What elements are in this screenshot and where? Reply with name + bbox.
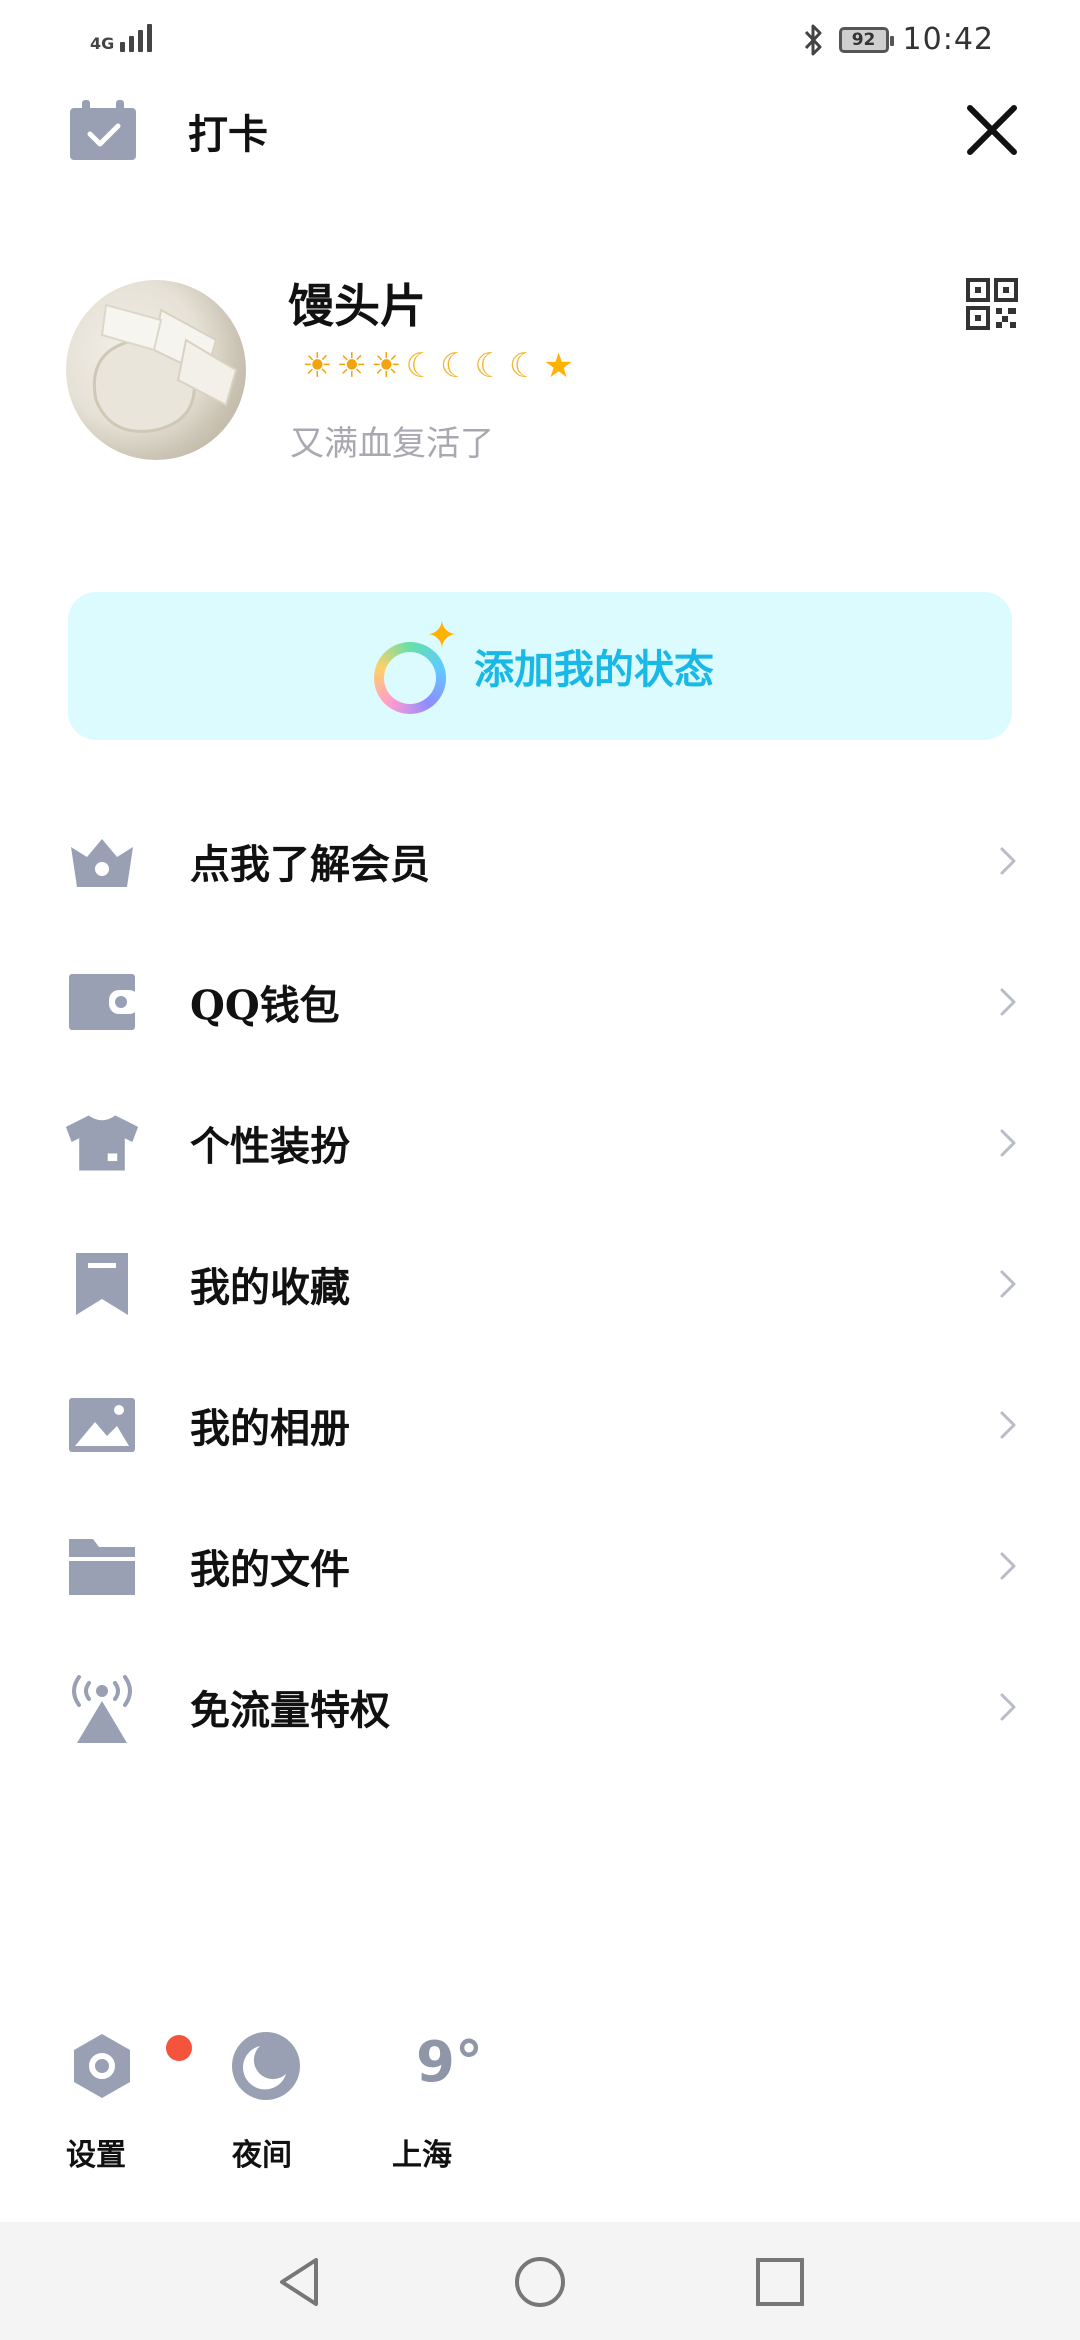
close-button[interactable] <box>962 100 1022 160</box>
battery-indicator: 92 <box>838 26 894 53</box>
network-indicator: 4G <box>90 22 153 53</box>
signal-icon <box>120 22 153 52</box>
chevron-right-icon <box>1000 1270 1016 1297</box>
status-ring-icon: ✦ <box>366 616 458 714</box>
level-moon-icon: ☾ <box>405 346 436 386</box>
menu-label: 免流量特权 <box>190 1686 390 1734</box>
chevron-right-icon <box>1000 1129 1016 1156</box>
bluetooth-icon <box>804 24 822 55</box>
antenna-icon <box>64 1672 140 1743</box>
settings-label: 设置 <box>66 2138 126 2173</box>
night-mode-label: 夜间 <box>232 2138 292 2173</box>
recents-square-icon[interactable] <box>752 2254 808 2310</box>
level-moon-icon: ☾ <box>508 346 540 386</box>
night-mode-button[interactable]: 夜间 <box>230 2030 350 2180</box>
avatar[interactable] <box>66 280 246 460</box>
weather-temperature: 9° <box>416 2030 483 2095</box>
folder-icon <box>64 1531 140 1601</box>
drawer-menu: 点我了解会员 QQ钱包 个性装扮 我的收藏 我的相册 我的文件 免流量特权 <box>0 790 1080 1777</box>
chevron-right-icon <box>1000 847 1016 874</box>
battery-level: 92 <box>851 29 876 50</box>
qq-drawer-screen: 4G 92 10:42 打卡 馒头片 ☀ ☀ ☀ ☾ ☾ ☾ ☾ ★ 又满血复活… <box>0 0 1080 2340</box>
qr-code-button[interactable] <box>966 278 1018 330</box>
clock: 10:42 <box>902 22 994 57</box>
menu-item-vip[interactable]: 点我了解会员 <box>0 790 1080 931</box>
weather-button[interactable]: 9° 上海 <box>392 2030 512 2180</box>
menu-label: 点我了解会员 <box>190 840 430 888</box>
home-circle-icon[interactable] <box>512 2254 568 2310</box>
checkin-label: 打卡 <box>188 111 268 158</box>
sparkle-icon: ✦ <box>426 613 458 657</box>
menu-item-album[interactable]: 我的相册 <box>0 1354 1080 1495</box>
level-sun-icon: ☀ <box>302 346 333 386</box>
level-star-icon: ★ <box>543 346 574 386</box>
crown-icon <box>64 826 140 896</box>
menu-item-files[interactable]: 我的文件 <box>0 1495 1080 1636</box>
wallet-icon <box>64 967 140 1037</box>
settings-button[interactable]: 设置 <box>66 2030 192 2180</box>
status-right: 92 10:42 <box>801 22 994 57</box>
level-moon-icon: ☾ <box>439 346 471 386</box>
add-status-button[interactable]: ✦ 添加我的状态 <box>68 592 1012 740</box>
menu-item-free-data[interactable]: 免流量特权 <box>0 1636 1080 1777</box>
back-triangle-icon[interactable] <box>272 2254 328 2310</box>
qr-code-icon <box>966 278 1018 330</box>
menu-item-favorites[interactable]: 我的收藏 <box>0 1213 1080 1354</box>
chevron-right-icon <box>1000 1411 1016 1438</box>
notification-dot <box>166 2035 192 2061</box>
menu-item-wallet[interactable]: QQ钱包 <box>0 931 1080 1072</box>
menu-label: 我的文件 <box>190 1545 350 1593</box>
chevron-right-icon <box>1000 988 1016 1015</box>
add-status-label: 添加我的状态 <box>474 646 714 693</box>
status-bar: 4G 92 10:42 <box>0 0 1080 84</box>
settings-icon <box>74 2034 130 2098</box>
chevron-right-icon <box>1000 1552 1016 1579</box>
network-type: 4G <box>90 34 115 53</box>
checkin-button[interactable]: 打卡 <box>68 100 268 162</box>
menu-label: 我的收藏 <box>190 1263 350 1311</box>
level-badges[interactable]: ☀ ☀ ☀ ☾ ☾ ☾ ☾ ★ <box>302 346 574 386</box>
bookmark-icon <box>64 1249 140 1319</box>
nickname[interactable]: 馒头片 <box>288 270 426 336</box>
menu-label: 我的相册 <box>190 1404 350 1452</box>
chevron-right-icon <box>1000 1693 1016 1720</box>
level-sun-icon: ☀ <box>336 346 367 386</box>
level-sun-icon: ☀ <box>370 346 402 386</box>
image-icon <box>64 1390 140 1460</box>
bottom-tools: 设置 夜间 9° 上海 <box>0 2030 1080 2190</box>
menu-label: QQ钱包 <box>190 981 340 1029</box>
shirt-icon <box>64 1108 140 1178</box>
avatar-image <box>92 303 238 433</box>
signature[interactable]: 又满血复活了 <box>290 416 494 465</box>
calendar-check-icon <box>70 100 136 160</box>
weather-city: 上海 <box>392 2138 452 2173</box>
menu-item-themes[interactable]: 个性装扮 <box>0 1072 1080 1213</box>
menu-label: 个性装扮 <box>190 1122 350 1170</box>
level-moon-icon: ☾ <box>474 346 505 386</box>
close-icon <box>967 105 1017 155</box>
moon-icon <box>232 2032 300 2100</box>
system-nav-bar <box>0 2222 1080 2340</box>
